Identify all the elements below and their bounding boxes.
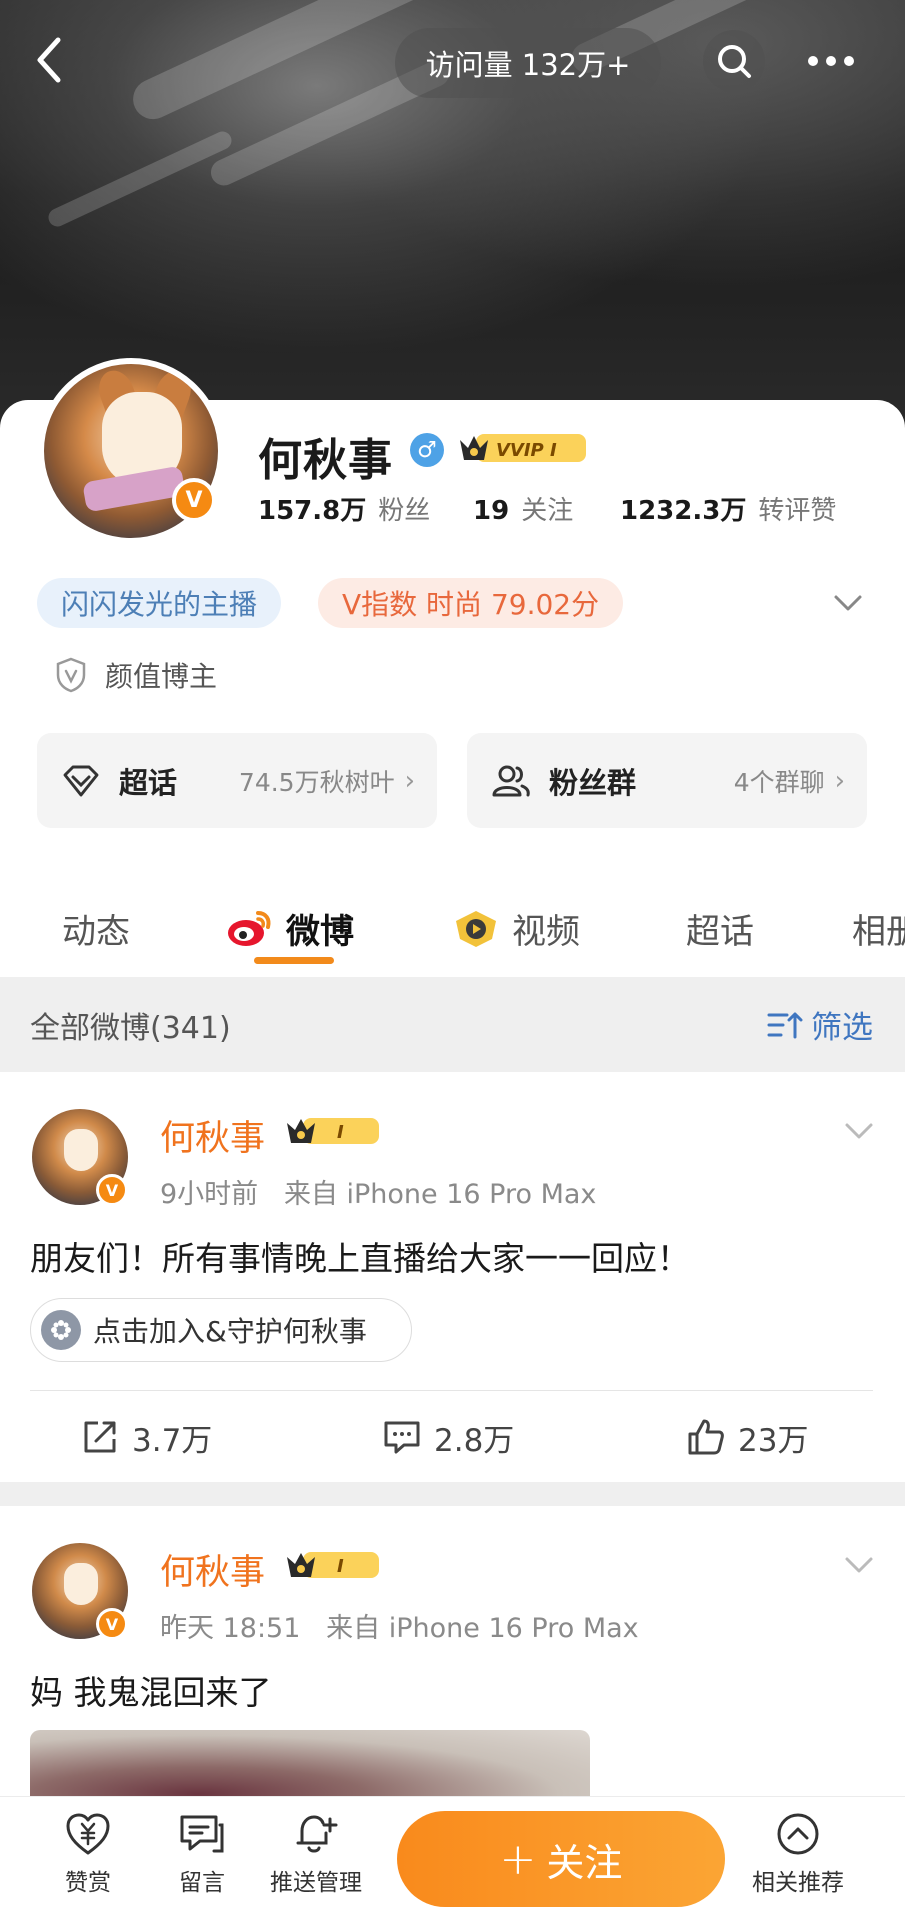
chevron-right-icon: › bbox=[834, 765, 845, 796]
video-badge-icon bbox=[456, 911, 496, 947]
reward-button[interactable]: 赞赏 bbox=[38, 1811, 138, 1897]
message-button[interactable]: 留言 bbox=[152, 1811, 252, 1897]
active-tab-indicator bbox=[254, 957, 334, 964]
profile-stats: 157.8万 粉丝 19 关注 1232.3万 转评赞 bbox=[258, 490, 836, 527]
visit-count-pill[interactable]: 访问量 132万+ bbox=[395, 28, 661, 98]
post-author-name[interactable]: 何秋事 bbox=[160, 1110, 265, 1161]
more-dots-icon bbox=[808, 56, 854, 66]
weibo-logo-icon bbox=[228, 911, 271, 946]
filter-button[interactable]: 筛选 bbox=[767, 1002, 873, 1047]
repost-button[interactable]: 3.7万 bbox=[80, 1392, 212, 1482]
post-source: 来自 iPhone 16 Pro Max bbox=[326, 1613, 639, 1644]
message-bubble-icon bbox=[180, 1815, 224, 1853]
verified-badge-icon: V bbox=[96, 1174, 128, 1206]
post-source: 来自 iPhone 16 Pro Max bbox=[283, 1179, 597, 1210]
following-label: 关注 bbox=[521, 496, 574, 526]
more-button[interactable] bbox=[796, 30, 866, 92]
repost-icon bbox=[84, 1421, 116, 1453]
divider bbox=[30, 1390, 873, 1391]
stat-followers[interactable]: 157.8万 粉丝 bbox=[258, 490, 473, 527]
like-count: 23万 bbox=[738, 1422, 809, 1459]
top-bar: 访问量 132万+ bbox=[0, 0, 905, 125]
vip-crown-badge-icon: I bbox=[287, 1552, 379, 1578]
post-meta: 昨天 18:51 来自 iPhone 16 Pro Max bbox=[160, 1606, 639, 1645]
plus-icon: + bbox=[499, 1833, 537, 1885]
group-people-icon bbox=[492, 765, 530, 796]
host-tag[interactable]: 闪闪发光的主播 bbox=[37, 578, 282, 628]
followers-label: 粉丝 bbox=[378, 496, 431, 526]
post-author-name[interactable]: 何秋事 bbox=[160, 1544, 265, 1595]
beauty-blogger-label[interactable]: 颜值博主 bbox=[55, 655, 217, 695]
v-index-tag[interactable]: V指数 时尚 79.02分 bbox=[318, 578, 624, 628]
follow-button[interactable]: + 关注 bbox=[397, 1811, 725, 1907]
heart-yuan-icon bbox=[66, 1813, 110, 1855]
bottom-action-bar: 赞赏 留言 推送管理 + 关注 相关推荐 bbox=[0, 1796, 905, 1914]
post-separator bbox=[0, 1482, 905, 1506]
flower-icon bbox=[41, 1310, 81, 1350]
shield-v-icon bbox=[56, 657, 86, 693]
push-settings-button[interactable]: 推送管理 bbox=[266, 1811, 366, 1897]
comment-count: 2.8万 bbox=[434, 1422, 515, 1459]
thumbs-up-icon bbox=[688, 1419, 724, 1455]
chevron-right-icon: › bbox=[404, 765, 415, 796]
verified-badge-icon: V bbox=[172, 478, 216, 522]
followers-count: 157.8万 bbox=[258, 496, 367, 526]
join-guard-pill[interactable]: 点击加入&守护何秋事 bbox=[30, 1298, 412, 1362]
filter-bar: 全部微博(341) 筛选 bbox=[0, 977, 905, 1072]
profile-tabs: 动态 微博 视频 超话 相册 bbox=[0, 880, 905, 976]
bell-plus-icon bbox=[296, 1815, 338, 1853]
diamond-icon bbox=[63, 765, 99, 796]
post-time: 9小时前 bbox=[160, 1179, 259, 1210]
post-actions: 3.7万 2.8万 23万 bbox=[0, 1392, 905, 1482]
post-menu-chevron-icon[interactable] bbox=[842, 1548, 876, 1582]
all-posts-label[interactable]: 全部微博(341) bbox=[30, 1003, 231, 1047]
like-button[interactable]: 23万 bbox=[686, 1392, 808, 1482]
search-button[interactable] bbox=[703, 30, 765, 92]
post-card[interactable]: V 何秋事 I 9小时前 来自 iPhone 16 Pro Max 朋友们！所有… bbox=[0, 1072, 905, 1482]
post-card[interactable]: V 何秋事 I 昨天 18:51 来自 iPhone 16 Pro Max 妈 … bbox=[0, 1506, 905, 1810]
fan-group-box[interactable]: 粉丝群 4个群聊 › bbox=[467, 733, 867, 828]
post-time: 昨天 18:51 bbox=[160, 1613, 301, 1644]
tab-video[interactable]: 视频 bbox=[452, 880, 580, 976]
svg-text:I: I bbox=[337, 1556, 344, 1577]
comment-button[interactable]: 2.8万 bbox=[382, 1392, 514, 1482]
verified-badge-icon: V bbox=[96, 1608, 128, 1640]
super-topic-box[interactable]: 超话 74.5万秋树叶 › bbox=[37, 733, 437, 828]
comment-icon bbox=[384, 1421, 420, 1454]
search-icon bbox=[718, 45, 751, 78]
back-button[interactable] bbox=[28, 30, 72, 90]
tab-album[interactable]: 相册 bbox=[852, 880, 905, 976]
stat-interactions[interactable]: 1232.3万 转评赞 bbox=[620, 490, 836, 527]
super-topic-sub: 74.5万秋树叶 bbox=[238, 767, 395, 797]
tab-feed[interactable]: 动态 bbox=[62, 880, 130, 976]
vvip-badge-icon[interactable]: VVIP I bbox=[456, 430, 588, 466]
post-menu-chevron-icon[interactable] bbox=[842, 1114, 876, 1148]
vip-crown-badge-icon: I bbox=[287, 1118, 379, 1144]
fan-group-title: 粉丝群 bbox=[549, 765, 637, 800]
post-text: 朋友们！所有事情晚上直播给大家一一回应！ bbox=[30, 1239, 690, 1278]
related-recommend-button[interactable]: 相关推荐 bbox=[748, 1811, 848, 1897]
super-topic-title: 超话 bbox=[119, 765, 178, 800]
profile-name: 何秋事 bbox=[258, 435, 393, 486]
fan-group-sub: 4个群聊 bbox=[733, 767, 825, 797]
stat-following[interactable]: 19 关注 bbox=[473, 490, 620, 527]
following-count: 19 bbox=[473, 496, 510, 526]
chevron-up-circle-icon bbox=[777, 1813, 819, 1855]
expand-chevron-icon[interactable] bbox=[830, 585, 866, 621]
post-meta: 9小时前 来自 iPhone 16 Pro Max bbox=[160, 1172, 596, 1211]
repost-count: 3.7万 bbox=[132, 1422, 213, 1459]
male-gender-icon: ♂ bbox=[410, 433, 444, 467]
tab-super-topic[interactable]: 超话 bbox=[686, 880, 754, 976]
back-arrow-icon bbox=[37, 37, 61, 83]
post-text: 妈 我鬼混回来了 bbox=[30, 1673, 272, 1712]
filter-icon bbox=[767, 1012, 803, 1038]
svg-text:VVIP I: VVIP I bbox=[496, 440, 557, 461]
interactions-label: 转评赞 bbox=[758, 496, 837, 526]
visit-count-label: 访问量 132万+ bbox=[425, 48, 631, 82]
interactions-count: 1232.3万 bbox=[620, 496, 747, 526]
svg-text:I: I bbox=[337, 1122, 344, 1143]
